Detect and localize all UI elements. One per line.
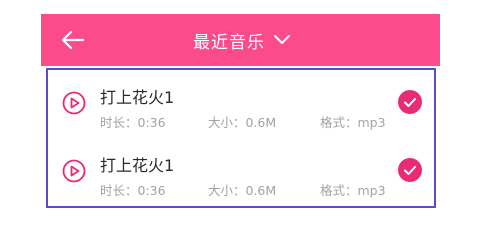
song-size: 大小：0.6M bbox=[208, 183, 277, 198]
select-checkbox[interactable] bbox=[398, 90, 422, 114]
song-title: 打上花火1 bbox=[100, 88, 175, 107]
play-icon bbox=[62, 159, 86, 183]
song-format: 格式：mp3 bbox=[320, 115, 386, 130]
check-icon bbox=[404, 166, 416, 175]
play-icon bbox=[62, 91, 86, 115]
chevron-down-icon bbox=[274, 35, 290, 44]
select-checkbox[interactable] bbox=[398, 158, 422, 182]
list-item[interactable]: 打上花火1 时长：0:36 大小：0.6M 格式：mp3 bbox=[48, 142, 434, 208]
check-icon bbox=[404, 98, 416, 107]
song-duration: 时长：0:36 bbox=[100, 183, 166, 198]
list-item[interactable]: 打上花火1 时长：0:36 大小：0.6M 格式：mp3 bbox=[48, 74, 434, 140]
back-button[interactable] bbox=[59, 26, 87, 54]
app-header: 最近音乐 bbox=[41, 14, 440, 66]
song-format: 格式：mp3 bbox=[320, 183, 386, 198]
song-list: 打上花火1 时长：0:36 大小：0.6M 格式：mp3 打上花火1 时长：0:… bbox=[46, 68, 436, 208]
arrow-left-icon bbox=[61, 30, 85, 50]
song-title: 打上花火1 bbox=[100, 156, 175, 175]
song-size: 大小：0.6M bbox=[208, 115, 277, 130]
page-title: 最近音乐 bbox=[193, 32, 265, 53]
play-button[interactable] bbox=[62, 91, 86, 115]
play-button[interactable] bbox=[62, 159, 86, 183]
title-dropdown[interactable]: 最近音乐 bbox=[193, 14, 291, 66]
song-duration: 时长：0:36 bbox=[100, 115, 166, 130]
